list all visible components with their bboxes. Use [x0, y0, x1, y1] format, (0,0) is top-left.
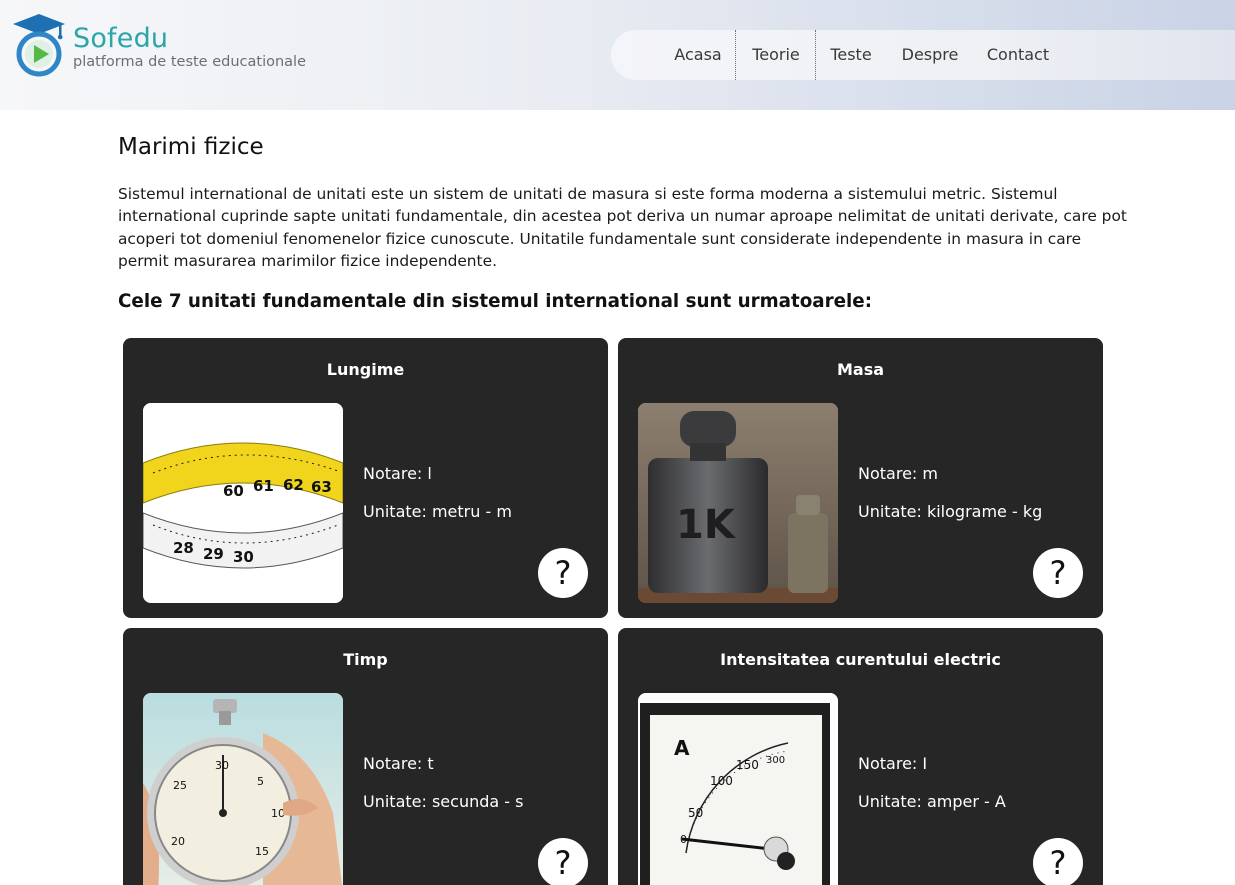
stopwatch-number: 20 [171, 835, 185, 848]
ammeter-scale: 100 [710, 774, 733, 788]
card-notation: Notare: t [363, 754, 434, 773]
stopwatch-number: 30 [215, 759, 229, 772]
main-nav: Acasa Teorie Teste Despre Contact [611, 30, 1235, 80]
help-button[interactable]: ? [538, 838, 588, 885]
ammeter-scale: 150 [736, 758, 759, 772]
intro-paragraph: Sistemul international de unitati este u… [118, 185, 1127, 270]
unit-card-lungime: Lungime 60 61 62 63 28 29 30 Notare: l U… [123, 338, 608, 618]
stopwatch-number: 15 [255, 845, 269, 858]
unit-card-curent: Intensitatea curentului electric A 50 10… [618, 628, 1103, 885]
card-title: Masa [836, 360, 885, 379]
site-logo[interactable]: Sofedu platforma de teste educationale [10, 14, 310, 84]
card-unit: Unitate: secunda - s [363, 792, 524, 811]
stopwatch-image: 30 5 10 15 20 25 [143, 693, 343, 885]
tape-number: 29 [203, 545, 224, 563]
graduation-cap-play-icon [13, 14, 65, 77]
tape-number: 60 [223, 482, 244, 500]
tape-number: 62 [283, 476, 304, 494]
nav-item-teorie[interactable]: Teorie [741, 30, 811, 80]
card-unit: Unitate: amper - A [858, 792, 1006, 811]
card-title: Intensitatea curentului electric [720, 650, 1001, 669]
site-header: Sofedu platforma de teste educationale A… [0, 0, 1235, 110]
brand-tagline: platforma de teste educationale [73, 54, 306, 70]
nav-item-teste[interactable]: Teste [821, 30, 881, 80]
section-subheading: Cele 7 unitati fundamentale din sistemul… [118, 291, 873, 312]
ammeter-image: A 50 100 150 300 0 [638, 693, 838, 885]
tape-measure-image: 60 61 62 63 28 29 30 [143, 403, 343, 603]
stopwatch-number: 25 [173, 779, 187, 792]
card-notation: Notare: m [858, 464, 938, 483]
card-unit: Unitate: metru - m [363, 502, 512, 521]
help-button[interactable]: ? [1033, 548, 1083, 598]
tape-number: 63 [311, 478, 332, 496]
stopwatch-number: 5 [257, 775, 264, 788]
ammeter-scale: 300 [766, 755, 785, 766]
page-title: Marimi fizice [118, 134, 264, 160]
nav-item-despre[interactable]: Despre [895, 30, 965, 80]
help-button[interactable]: ? [1033, 838, 1083, 885]
nav-separator [815, 30, 816, 80]
card-notation: Notare: l [363, 464, 432, 483]
card-title: Lungime [326, 360, 405, 379]
unit-card-timp: Timp 30 5 10 15 20 25 Notare: t Unitate:… [123, 628, 608, 885]
tape-number: 28 [173, 539, 194, 557]
brand-name: Sofedu [73, 23, 169, 54]
stopwatch-number: 10 [271, 807, 285, 820]
weight-label: 1K [676, 502, 737, 548]
card-notation: Notare: I [858, 754, 928, 773]
ammeter-letter: A [674, 736, 690, 760]
nav-separator [735, 30, 736, 80]
nav-item-contact[interactable]: Contact [979, 30, 1057, 80]
tape-number: 30 [233, 548, 254, 566]
card-title: Timp [343, 650, 388, 669]
kilogram-weight-image: 1K [638, 403, 838, 603]
card-unit: Unitate: kilograme - kg [858, 502, 1043, 521]
nav-item-acasa[interactable]: Acasa [667, 30, 729, 80]
tape-number: 61 [253, 477, 274, 495]
help-button[interactable]: ? [538, 548, 588, 598]
unit-card-masa: Masa 1K Notare: m Unitate: kilograme - k… [618, 338, 1103, 618]
ammeter-scale: 50 [688, 806, 703, 820]
